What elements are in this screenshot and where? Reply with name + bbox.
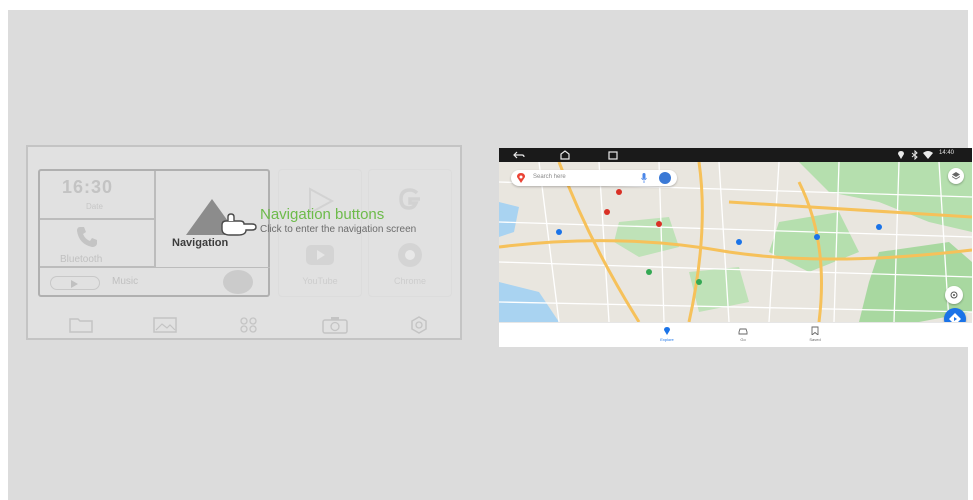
map-view[interactable]: Search here [499, 162, 972, 330]
android-status-bar: 14:40 [499, 148, 972, 162]
pointing-hand-icon [221, 213, 257, 236]
apps-grid-icon[interactable] [234, 316, 264, 334]
car-icon [738, 328, 748, 335]
recent-apps-icon[interactable] [607, 150, 619, 160]
youtube-tile[interactable]: YouTube [279, 234, 361, 296]
youtube-label: YouTube [302, 276, 338, 286]
annotation-subtitle: Click to enter the navigation screen [260, 224, 417, 235]
clock-time: 16:30 [62, 177, 114, 197]
chrome-tile[interactable]: Chrome [369, 234, 451, 296]
google-icon [399, 188, 420, 210]
back-icon[interactable] [513, 150, 525, 160]
music-play-button[interactable] [50, 276, 100, 290]
map-canvas[interactable] [499, 162, 972, 322]
chrome-label: Chrome [393, 276, 426, 286]
tab-explore[interactable]: Explore [647, 325, 687, 347]
account-avatar[interactable] [659, 172, 671, 184]
status-time: 14:40 [939, 150, 955, 156]
folder-icon[interactable] [66, 316, 96, 334]
album-art-disc [223, 270, 253, 294]
bookmark-icon [811, 326, 819, 335]
chrome-icon [398, 243, 422, 267]
layers-icon [952, 172, 960, 180]
clock-date: Date [86, 202, 103, 211]
main-tiles-group: 16:30 Date Bluetooth Navigation Music [38, 169, 270, 297]
home-icon[interactable] [559, 150, 571, 160]
camera-icon[interactable] [320, 316, 350, 334]
tab-explore-label: Explore [660, 337, 674, 342]
phone-icon [77, 227, 97, 247]
crosshair-icon [950, 291, 958, 299]
settings-icon[interactable] [404, 316, 434, 334]
location-icon [898, 151, 904, 159]
music-tile[interactable]: Music [40, 267, 270, 297]
search-placeholder: Search here [533, 174, 566, 180]
map-bottom-nav: Explore Go Saved [499, 322, 972, 347]
explore-pin-icon [664, 327, 670, 335]
launcher-dock [38, 312, 448, 336]
map-app-screen: 14:40 Search here Explore Go Saved [499, 148, 972, 347]
mic-icon[interactable] [641, 173, 647, 183]
annotation-title: Navigation buttons [260, 206, 385, 223]
clock-tile[interactable]: 16:30 Date [40, 171, 155, 219]
tab-go-label: Go [740, 337, 746, 342]
my-location-button[interactable] [945, 286, 963, 304]
wifi-icon [923, 151, 933, 159]
tab-saved-label: Saved [809, 337, 821, 342]
car-launcher-screen: 16:30 Date Bluetooth Navigation Music Yo… [26, 145, 462, 340]
play-icon [71, 280, 78, 288]
bluetooth-tile[interactable]: Bluetooth [40, 219, 155, 267]
bluetooth-label: Bluetooth [60, 254, 103, 265]
youtube-icon [306, 245, 334, 265]
navigation-tile[interactable]: Navigation [155, 171, 270, 267]
google-maps-pin-icon [517, 173, 525, 183]
tab-go[interactable]: Go [723, 325, 763, 347]
bluetooth-status-icon [911, 150, 918, 160]
navigation-label: Navigation [172, 237, 229, 249]
layers-button[interactable] [948, 168, 964, 184]
map-search-bar[interactable]: Search here [511, 170, 677, 186]
music-label: Music [112, 276, 139, 287]
tutorial-canvas: 16:30 Date Bluetooth Navigation Music Yo… [8, 10, 972, 500]
gallery-icon[interactable] [150, 316, 180, 334]
tab-saved[interactable]: Saved [795, 325, 835, 347]
